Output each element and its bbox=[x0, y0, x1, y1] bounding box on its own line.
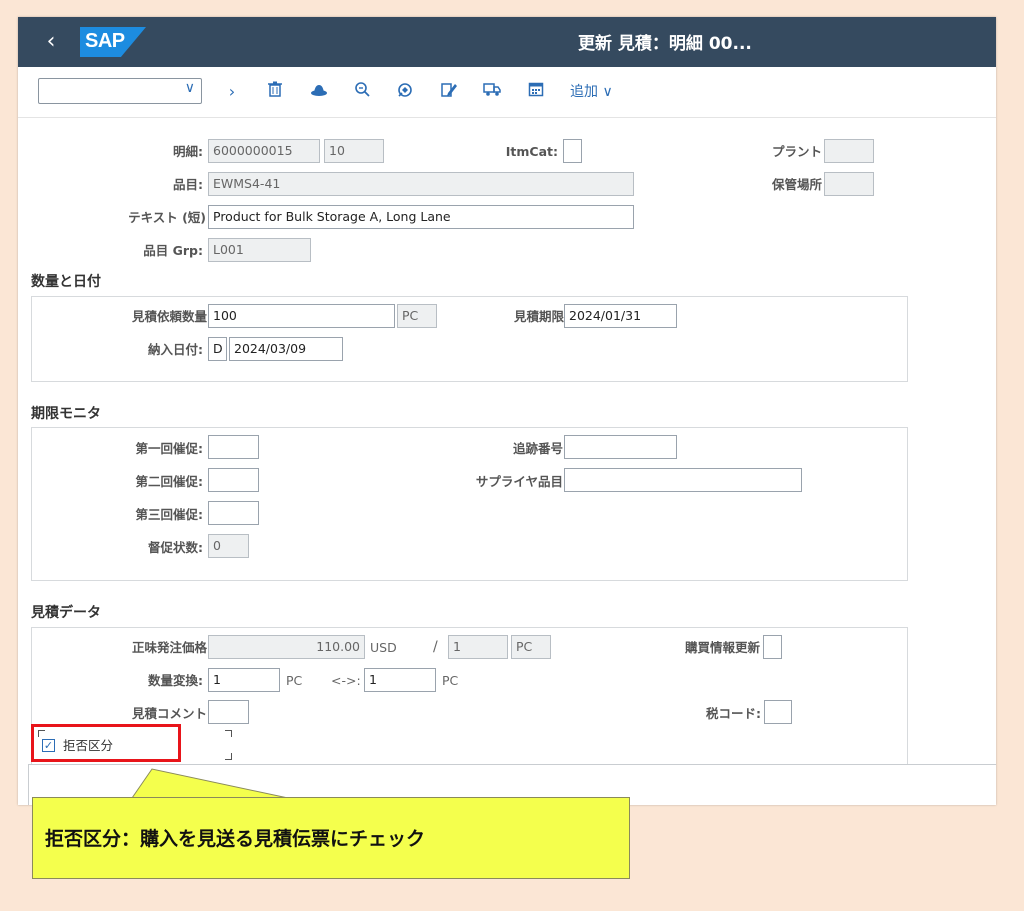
callout-pointer bbox=[131, 768, 289, 800]
command-field[interactable]: ∨ bbox=[38, 78, 202, 104]
rfq-qty-unit-field: PC bbox=[397, 304, 437, 328]
item-number-field: 10 bbox=[324, 139, 384, 163]
document-number-field: 6000000015 bbox=[208, 139, 320, 163]
qty-conversion-field-2[interactable]: 1 bbox=[364, 668, 436, 692]
reminder2-field[interactable] bbox=[208, 468, 259, 492]
zoom-icon[interactable] bbox=[351, 81, 373, 103]
add-menu-label: 追加 bbox=[570, 84, 598, 100]
reminder3-field[interactable] bbox=[208, 501, 259, 525]
short-text-field[interactable]: Product for Bulk Storage A, Long Lane bbox=[208, 205, 634, 229]
chevron-right-icon[interactable]: › bbox=[221, 81, 243, 103]
corner-mark-tr bbox=[225, 730, 232, 737]
quote-section-title: 見積データ bbox=[31, 605, 101, 621]
item-label: 明細: bbox=[173, 144, 203, 159]
back-button[interactable]: ‹ bbox=[40, 29, 62, 55]
annotation-callout: 拒否区分：購入を見送る見積伝票にチェック bbox=[32, 797, 630, 879]
qty-conversion-label: 数量変換: bbox=[148, 673, 203, 688]
tracking-number-field[interactable] bbox=[564, 435, 677, 459]
delivery-date-label: 納入日付: bbox=[148, 342, 203, 357]
material-group-label: 品目 Grp: bbox=[143, 243, 203, 258]
tax-code-label: 税コード: bbox=[706, 706, 761, 721]
itmcat-label: ItmCat: bbox=[505, 144, 558, 159]
material-group-field: L001 bbox=[208, 238, 311, 262]
highlight-frame bbox=[31, 724, 181, 762]
sap-window: ‹ SAP 更新 見積：明細 00... ∨ › 追加 ∨ 明細: 600000… bbox=[18, 17, 996, 805]
material-label: 品目: bbox=[173, 177, 203, 192]
quote-comment-field[interactable] bbox=[208, 700, 249, 724]
info-update-label: 購買情報更新 bbox=[684, 640, 760, 655]
net-price-label: 正味発注価格 bbox=[131, 640, 207, 655]
chevron-down-icon[interactable]: ∨ bbox=[185, 80, 195, 96]
item-detail-form: 明細: 6000000015 10 ItmCat: プラント 品目: EWMS4… bbox=[18, 118, 996, 805]
chevron-down-icon: ∨ bbox=[602, 84, 613, 100]
quote-deadline-field[interactable]: 2024/01/31 bbox=[564, 304, 677, 328]
urge-count-field: 0 bbox=[208, 534, 249, 558]
hat-icon[interactable] bbox=[308, 81, 330, 103]
delivery-date-type-field[interactable]: D bbox=[208, 337, 227, 361]
plant-field bbox=[824, 139, 874, 163]
shell-bar: ‹ SAP 更新 見積：明細 00... bbox=[18, 17, 996, 67]
reminder2-label: 第二回催促: bbox=[135, 474, 204, 489]
delivery-date-field[interactable]: 2024/03/09 bbox=[229, 337, 343, 361]
deadline-section-title: 期限モニタ bbox=[31, 406, 101, 422]
quote-deadline-label: 見積期限 bbox=[513, 309, 564, 324]
reminder3-label: 第三回催促: bbox=[135, 507, 204, 522]
storage-location-field bbox=[824, 172, 874, 196]
material-field: EWMS4-41 bbox=[208, 172, 634, 196]
tax-code-field[interactable] bbox=[764, 700, 792, 724]
sap-logo-text: SAP bbox=[85, 30, 125, 52]
qty-section-title: 数量と日付 bbox=[31, 274, 101, 290]
vendor-material-label: サプライヤ品目 bbox=[475, 474, 563, 489]
truck-icon[interactable] bbox=[481, 81, 503, 103]
edit-icon[interactable] bbox=[438, 81, 460, 103]
tracking-number-label: 追跡番号 bbox=[512, 441, 563, 456]
add-menu-button[interactable]: 追加 ∨ bbox=[570, 81, 613, 101]
price-unit-field: 1 bbox=[448, 635, 508, 659]
qty-conversion-arrow: <->: bbox=[331, 673, 361, 688]
reminder1-field[interactable] bbox=[208, 435, 259, 459]
corner-mark-br bbox=[225, 753, 232, 760]
vendor-material-field[interactable] bbox=[564, 468, 802, 492]
per-separator: / bbox=[433, 639, 438, 655]
qty-conversion-field-1[interactable]: 1 bbox=[208, 668, 280, 692]
qty-conversion-unit-1: PC bbox=[286, 673, 303, 688]
net-price-field: 110.00 bbox=[208, 635, 365, 659]
delete-icon[interactable] bbox=[264, 81, 286, 103]
page-title: 更新 見積：明細 00... bbox=[578, 34, 752, 54]
toolbar: ∨ › 追加 ∨ bbox=[18, 67, 996, 118]
urge-count-label: 督促状数: bbox=[148, 540, 203, 555]
calendar-icon[interactable] bbox=[525, 81, 547, 103]
quote-comment-label: 見積コメント bbox=[131, 706, 207, 721]
short-text-label: テキスト (短) bbox=[128, 210, 206, 225]
rfq-qty-field[interactable]: 100 bbox=[208, 304, 395, 328]
reminder1-label: 第一回催促: bbox=[135, 441, 204, 456]
sap-logo: SAP bbox=[80, 27, 146, 57]
storage-location-label: 保管場所 bbox=[771, 177, 822, 192]
qty-conversion-unit-2: PC bbox=[442, 673, 459, 688]
info-update-field[interactable] bbox=[763, 635, 782, 659]
tag-icon[interactable] bbox=[394, 81, 416, 103]
price-unit-uom-field: PC bbox=[511, 635, 551, 659]
currency-text: USD bbox=[370, 640, 397, 655]
rfq-qty-label: 見積依頼数量 bbox=[131, 309, 207, 324]
itmcat-field[interactable] bbox=[563, 139, 582, 163]
plant-label: プラント bbox=[771, 144, 822, 159]
callout-text: 拒否区分：購入を見送る見積伝票にチェック bbox=[45, 828, 426, 850]
